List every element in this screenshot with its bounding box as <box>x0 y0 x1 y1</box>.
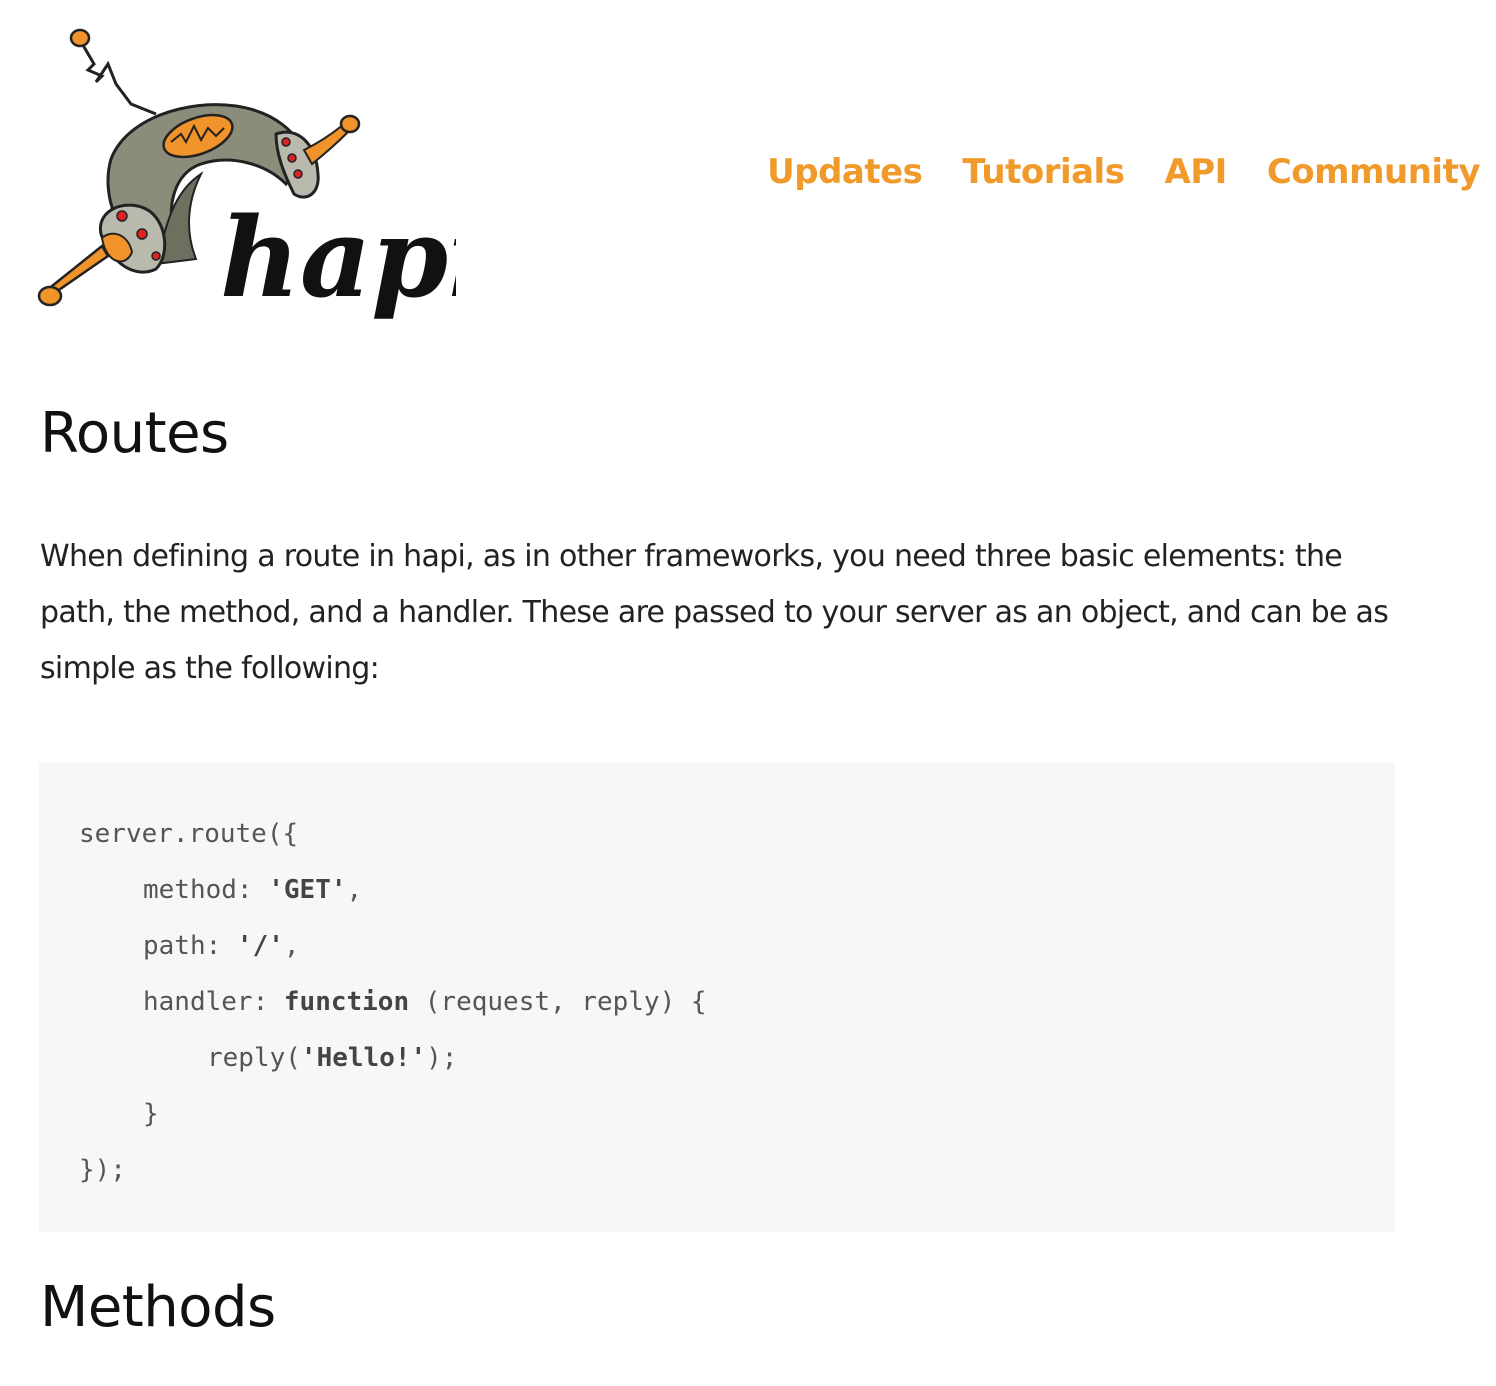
nav-community[interactable]: Community <box>1267 152 1481 192</box>
code-line-6: } <box>143 1099 159 1129</box>
site-header: hapi Updates Tutorials API Community <box>0 0 1496 340</box>
code-key: path: <box>143 931 237 961</box>
hapi-robot-logo-icon: hapi <box>37 28 456 322</box>
code-string: 'Hello!' <box>300 1043 427 1073</box>
code-line-1: server.route({ <box>79 819 299 849</box>
code-example: server.route({ method: 'GET', path: '/',… <box>39 762 1395 1232</box>
code-key: handler: <box>143 987 284 1017</box>
code-string: 'GET' <box>268 875 347 905</box>
code-line-7: }); <box>79 1155 126 1185</box>
code-call: reply( <box>207 1043 301 1073</box>
code-punct: , <box>283 931 300 961</box>
main-nav: Updates Tutorials API Community <box>767 152 1480 192</box>
code-punct: , <box>346 875 363 905</box>
nav-updates[interactable]: Updates <box>767 152 923 192</box>
nav-api[interactable]: API <box>1164 152 1227 192</box>
intro-paragraph: When defining a route in hapi, as in oth… <box>40 539 1389 687</box>
code-line-2: method: 'GET', <box>79 862 362 918</box>
svg-text:hapi: hapi <box>220 193 456 322</box>
nav-tutorials[interactable]: Tutorials <box>962 152 1125 192</box>
section-heading-methods: Methods <box>40 1275 276 1340</box>
code-line-3: path: '/', <box>79 918 300 974</box>
code-line-4: handler: function (request, reply) { <box>79 974 707 1030</box>
code-punct: (request, reply) { <box>409 987 707 1017</box>
page-title: Routes <box>40 401 229 466</box>
code-key: method: <box>143 875 269 905</box>
code-punct: ); <box>426 1043 458 1073</box>
code-content: server.route({ method: 'GET', path: '/',… <box>79 806 1395 1198</box>
code-string: '/' <box>236 931 284 961</box>
code-line-5: reply('Hello!'); <box>79 1030 457 1086</box>
code-keyword: function <box>283 987 410 1017</box>
hapi-logo[interactable]: hapi <box>36 24 456 334</box>
main-content: Routes When defining a route in hapi, as… <box>40 400 1400 697</box>
